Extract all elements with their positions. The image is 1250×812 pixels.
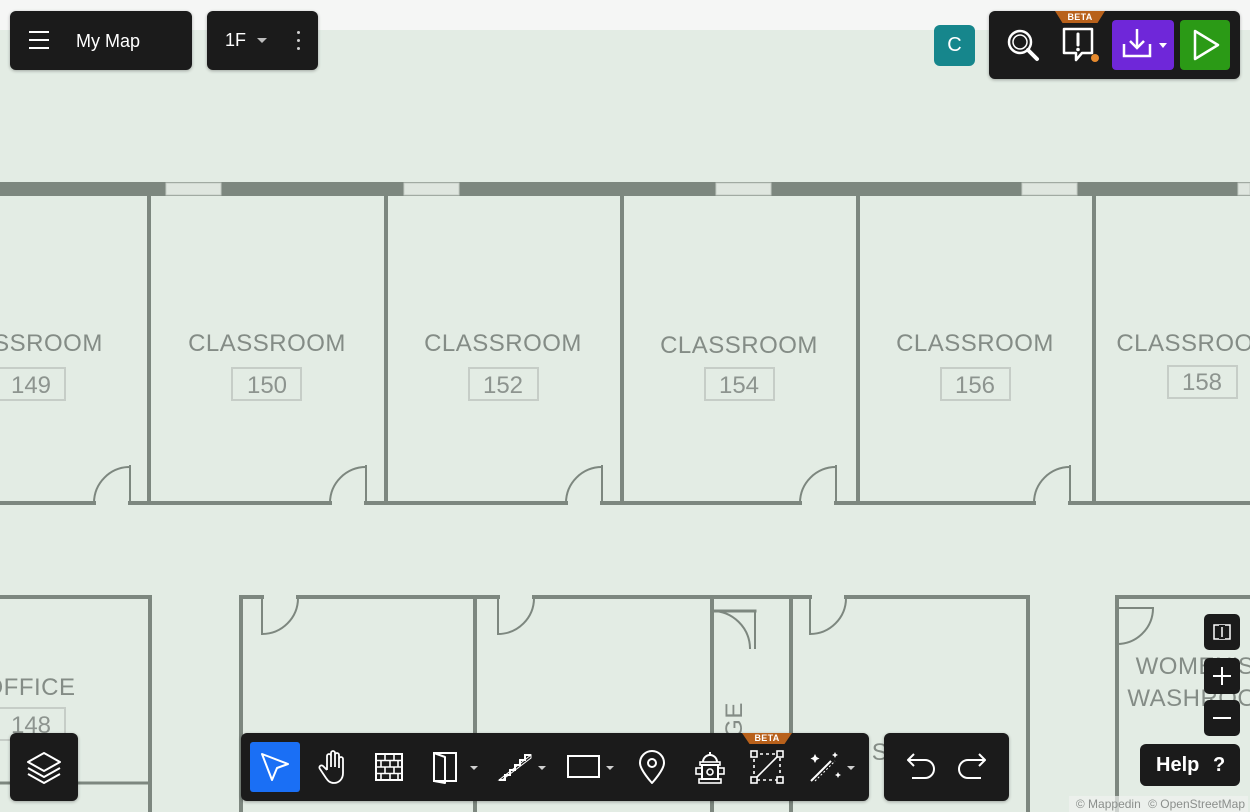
redo-button[interactable] — [950, 742, 1000, 792]
polygon-select-icon — [750, 750, 784, 784]
redo-icon — [958, 753, 986, 779]
room-number: 149 — [11, 372, 51, 399]
room-labels: SSROOM 149 CLASSROOM 150 CLASSROOM 152 C… — [0, 330, 1250, 766]
chevron-down-icon — [257, 38, 267, 43]
floor-label: 1F — [225, 30, 247, 50]
undo-icon — [907, 753, 935, 779]
hamburger-menu-icon[interactable] — [24, 25, 54, 55]
floorplan-walls — [0, 182, 1250, 812]
room-label: CLASSROOM — [424, 330, 582, 357]
question-mark-icon: ? — [1213, 754, 1226, 776]
fire-hydrant-tool[interactable] — [685, 742, 735, 792]
warning-indicator-icon — [1091, 54, 1099, 62]
map-title-panel: My Map — [10, 11, 192, 70]
map-title[interactable]: My Map — [76, 31, 140, 52]
fit-bounds-button[interactable] — [1204, 614, 1240, 650]
chevron-down-icon — [847, 766, 855, 770]
magnifier-icon — [1007, 29, 1039, 61]
preview-button[interactable] — [1180, 20, 1230, 70]
export-button[interactable] — [1112, 20, 1174, 70]
layers-button[interactable] — [10, 733, 78, 801]
room-label: CLASSROO — [1116, 330, 1250, 357]
hand-icon — [318, 750, 344, 784]
beta-badge: BETA — [742, 733, 792, 744]
room-number: 150 — [247, 372, 287, 399]
room-number-boxes — [0, 365, 1238, 741]
room-number: 156 — [955, 372, 995, 399]
room-label: CLASSROOM — [188, 330, 346, 357]
map-pin-icon — [639, 750, 665, 784]
chevron-down-icon — [606, 766, 614, 770]
door-tool[interactable] — [421, 742, 481, 792]
chevron-down-icon — [538, 766, 546, 770]
kebab-menu-icon[interactable] — [293, 29, 303, 53]
map-canvas[interactable]: SSROOM 149 CLASSROOM 150 CLASSROOM 152 C… — [0, 0, 1250, 812]
layers-icon — [27, 752, 61, 784]
wall-tool[interactable] — [364, 742, 414, 792]
room-label: SSROOM — [0, 330, 103, 357]
magic-tool[interactable] — [801, 742, 861, 792]
mappedin-link[interactable]: © Mappedin — [1076, 797, 1141, 811]
help-button[interactable]: Help ? — [1140, 744, 1240, 786]
room-label: CLASSROOM — [660, 332, 818, 359]
download-tray-icon — [1122, 29, 1167, 58]
validation-button[interactable] — [1054, 20, 1104, 70]
beta-badge: BETA — [1055, 11, 1105, 23]
user-avatar[interactable]: C — [934, 25, 975, 66]
fit-bounds-icon — [1213, 624, 1231, 640]
stairs-tool[interactable] — [491, 742, 551, 792]
zoom-in-button[interactable] — [1204, 658, 1240, 694]
pan-tool[interactable] — [307, 742, 357, 792]
floor-select[interactable]: 1F — [217, 25, 277, 55]
room-number: 158 — [1182, 369, 1222, 396]
brick-wall-icon — [375, 753, 403, 781]
fire-hydrant-icon — [695, 752, 725, 784]
map-attribution: © Mappedin © OpenStreetMap — [1068, 796, 1248, 812]
search-button[interactable] — [998, 20, 1048, 70]
zoom-out-button[interactable] — [1204, 700, 1240, 736]
floor-panel: 1F — [207, 11, 318, 70]
room-label: OFFICE — [0, 674, 76, 701]
plus-icon — [1213, 667, 1231, 685]
openstreetmap-link[interactable]: © OpenStreetMap — [1148, 797, 1245, 811]
location-tool[interactable] — [627, 742, 677, 792]
play-icon — [1193, 29, 1220, 61]
room-number: 154 — [719, 372, 759, 399]
top-right-toolbar — [989, 11, 1240, 79]
shape-tool[interactable] — [561, 742, 621, 792]
cursor-arrow-icon — [261, 753, 289, 781]
room-label: CLASSROOM — [896, 330, 1054, 357]
help-label: Help — [1156, 754, 1200, 776]
chevron-down-icon — [470, 766, 478, 770]
room-number: 152 — [483, 372, 523, 399]
polygon-select-tool[interactable] — [742, 742, 792, 792]
select-tool[interactable] — [250, 742, 300, 792]
exclamation-bubble-icon — [1062, 27, 1094, 62]
undo-button[interactable] — [893, 742, 943, 792]
history-toolbar — [884, 733, 1009, 801]
minus-icon — [1213, 717, 1231, 719]
